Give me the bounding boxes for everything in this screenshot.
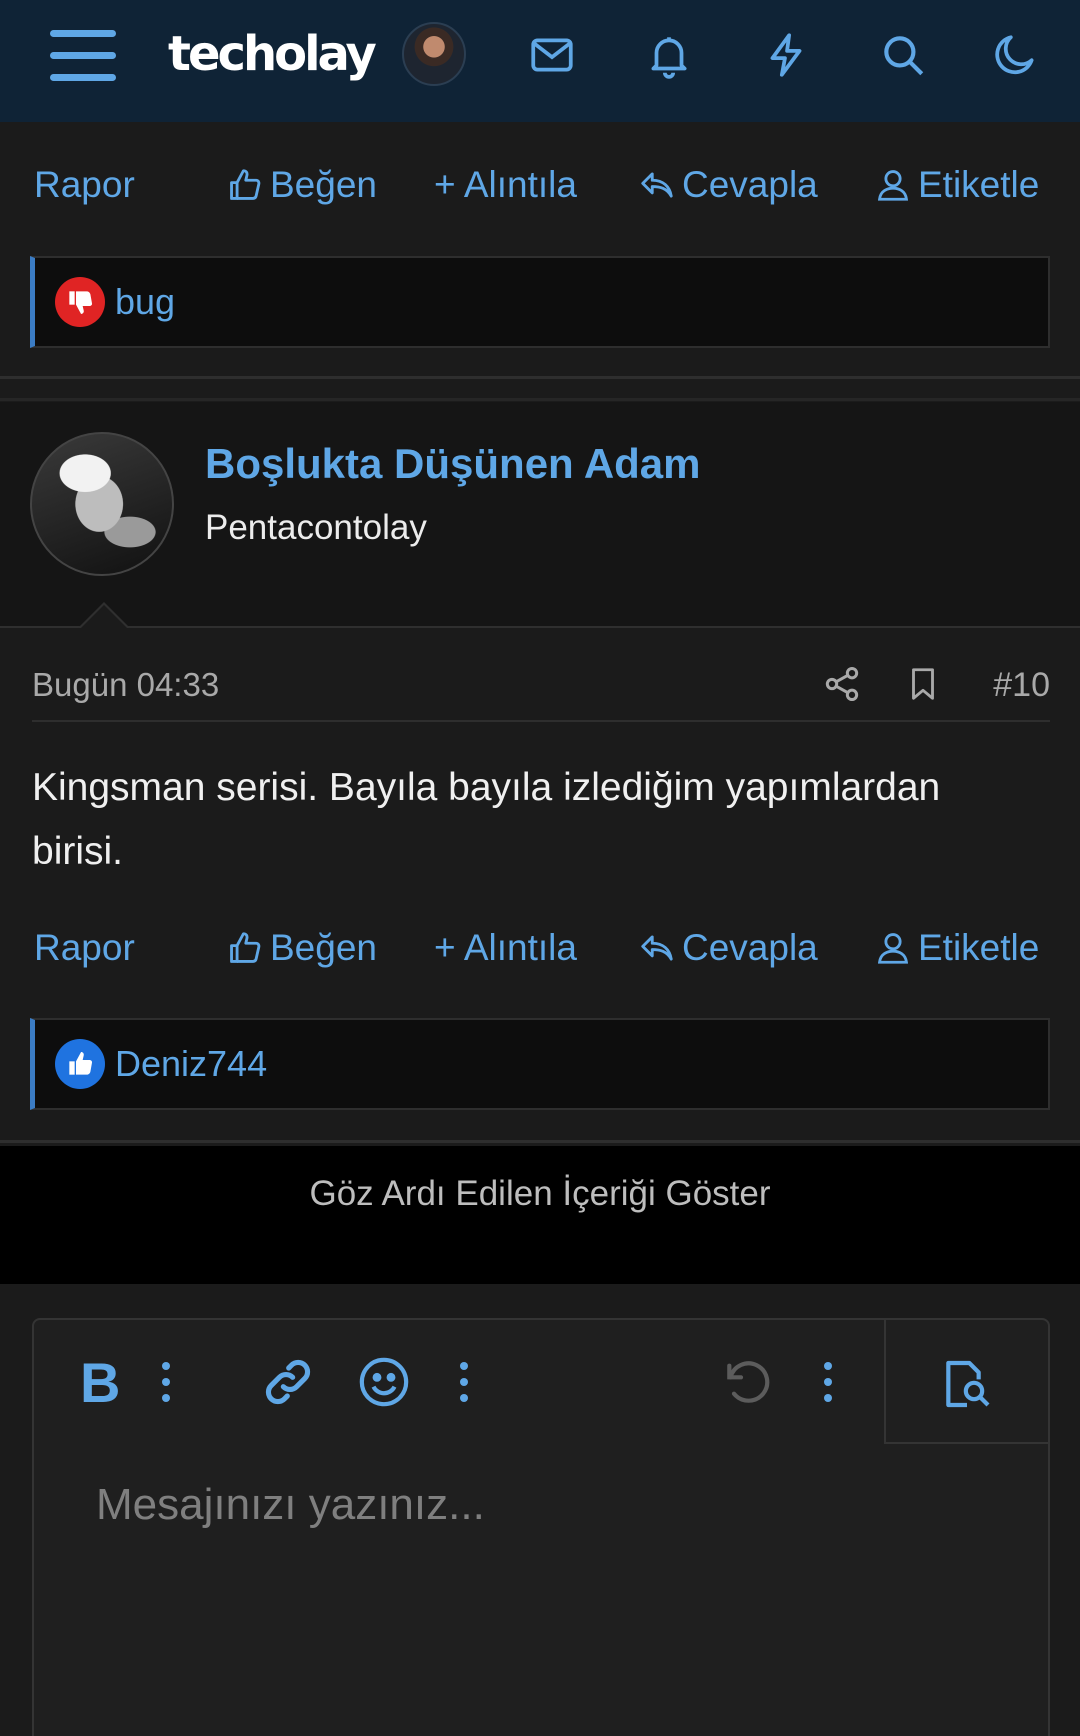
user-icon [877, 170, 909, 201]
moon-icon[interactable] [990, 30, 1040, 80]
post-header-separator [0, 626, 1080, 628]
mail-icon[interactable] [527, 30, 577, 80]
link-icon[interactable] [260, 1354, 316, 1410]
author-avatar[interactable] [30, 432, 174, 576]
reaction-user-link[interactable]: Deniz744 [115, 1043, 267, 1085]
reactions-summary: bug [30, 256, 1050, 348]
site-logo[interactable]: techolay [168, 26, 377, 82]
message-input[interactable]: Mesajınızı yazınız... [96, 1480, 485, 1530]
report-button[interactable]: Rapor [34, 164, 135, 206]
post-number[interactable]: #10 [993, 666, 1050, 705]
dislike-reaction-icon [55, 277, 105, 327]
post-action-bar: Rapor Beğen + Alıntıla Cevapla Etiketle [34, 913, 1046, 983]
user-icon [877, 933, 909, 964]
tag-button[interactable]: Etiketle [874, 164, 1039, 206]
reply-editor: B Mesajınızı yazınız... [32, 1318, 1050, 1736]
post-message: Kingsman serisi. Bayıla bayıla izlediğim… [32, 766, 941, 873]
bell-icon[interactable] [644, 30, 694, 80]
post-divider [0, 376, 1080, 379]
share-icon[interactable] [822, 664, 862, 704]
undo-icon[interactable] [720, 1354, 776, 1410]
top-navigation-bar: techolay [0, 0, 1080, 122]
thumbs-up-icon [230, 169, 261, 200]
like-button[interactable]: Beğen [226, 164, 377, 206]
speech-pointer-fill [81, 605, 127, 628]
reactions-summary: Deniz744 [30, 1018, 1050, 1110]
post-date[interactable]: Bugün 04:33 [32, 666, 219, 704]
reply-icon [641, 935, 673, 961]
more-icon[interactable] [160, 1354, 172, 1410]
emoji-icon[interactable] [356, 1354, 412, 1410]
more-icon[interactable] [822, 1354, 834, 1410]
reaction-user-link[interactable]: bug [115, 281, 175, 323]
account-avatar[interactable] [402, 22, 466, 86]
quote-button[interactable]: + Alıntıla [434, 927, 577, 969]
tag-button[interactable]: Etiketle [874, 927, 1039, 969]
thumbs-up-icon [230, 932, 261, 963]
author-title: Pentacontolay [205, 508, 427, 547]
quote-button[interactable]: + Alıntıla [434, 164, 577, 206]
post-author-panel: Boşlukta Düşünen Adam Pentacontolay [0, 402, 1080, 628]
like-button[interactable]: Beğen [226, 927, 377, 969]
like-reaction-icon [55, 1039, 105, 1089]
lightning-icon[interactable] [761, 30, 811, 80]
preview-toggle[interactable] [884, 1320, 1050, 1444]
post-divider [0, 398, 1080, 401]
reply-button[interactable]: Cevapla [638, 164, 818, 206]
editor-toolbar: B [34, 1320, 1052, 1444]
search-icon[interactable] [878, 30, 928, 80]
post-divider [0, 1140, 1080, 1143]
post-meta: Bugün 04:33 #10 [32, 660, 1050, 710]
show-ignored-content-link[interactable]: Göz Ardı Edilen İçeriği Göster [0, 1146, 1080, 1284]
meta-separator [32, 720, 1050, 722]
reply-icon [641, 172, 673, 198]
bold-icon[interactable]: B [78, 1351, 120, 1414]
report-button[interactable]: Rapor [34, 927, 135, 969]
menu-icon[interactable] [50, 30, 116, 82]
reply-button[interactable]: Cevapla [638, 927, 818, 969]
bookmark-icon[interactable] [904, 664, 942, 704]
post-action-bar: Rapor Beğen + Alıntıla Cevapla Etiketle [34, 150, 1046, 220]
author-username[interactable]: Boşlukta Düşünen Adam [205, 440, 701, 488]
preview-icon [946, 1360, 990, 1408]
more-icon[interactable] [458, 1354, 470, 1410]
svg-text:B: B [80, 1354, 118, 1410]
